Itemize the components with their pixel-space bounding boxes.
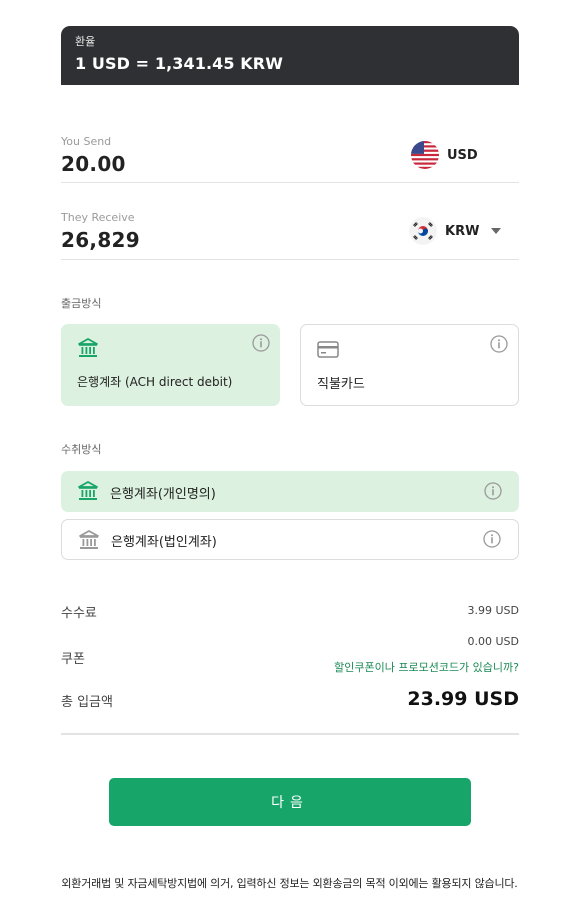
credit-card-icon bbox=[317, 341, 339, 358]
receive-option-label: 은행계좌(개인명의) bbox=[110, 487, 216, 502]
us-flag-icon bbox=[411, 141, 439, 169]
next-button[interactable]: 다음 bbox=[109, 778, 471, 826]
bank-icon bbox=[78, 481, 98, 500]
payment-option-label: 은행계좌 (ACH direct debit) bbox=[77, 375, 233, 389]
exchange-rate-value: 1 USD = 1,341.45 KRW bbox=[75, 54, 283, 73]
kr-flag-icon bbox=[409, 217, 437, 245]
coupon-promo-link[interactable]: 할인쿠폰이나 프로모션코드가 있습니까? bbox=[334, 659, 519, 675]
receive-currency-code: KRW bbox=[445, 223, 480, 239]
send-amount-row: You Send 20.00 USD bbox=[61, 135, 519, 183]
info-icon[interactable] bbox=[252, 334, 270, 352]
receive-label: They Receive bbox=[61, 211, 135, 224]
total-label: 총 입금액 bbox=[61, 695, 113, 710]
total-value: 23.99 USD bbox=[407, 688, 519, 710]
info-icon[interactable] bbox=[483, 530, 501, 548]
bank-icon bbox=[79, 530, 99, 549]
receive-option-corporate-account[interactable]: 은행계좌(법인계좌) bbox=[61, 519, 519, 560]
fee-value: 3.99 USD bbox=[467, 604, 520, 617]
fee-label: 수수료 bbox=[61, 606, 97, 621]
payment-option-bank-account[interactable]: 은행계좌 (ACH direct debit) bbox=[61, 324, 280, 406]
payment-method-title: 출금방식 bbox=[61, 297, 102, 310]
send-amount-input[interactable]: 20.00 bbox=[61, 152, 126, 176]
receive-currency-dropdown[interactable]: KRW bbox=[409, 217, 502, 245]
payment-option-debit-card[interactable]: 직불카드 bbox=[300, 324, 519, 406]
receive-option-label: 은행계좌(법인계좌) bbox=[111, 535, 217, 550]
send-currency-selector[interactable]: USD bbox=[411, 141, 478, 169]
chevron-down-icon bbox=[491, 228, 502, 234]
receive-amount-input[interactable]: 26,829 bbox=[61, 228, 140, 252]
coupon-value: 0.00 USD bbox=[467, 635, 520, 648]
divider bbox=[61, 733, 519, 735]
send-label: You Send bbox=[61, 135, 112, 148]
legal-notice: 외환거래법 및 자금세탁방지법에 의거, 입력하신 정보는 외환송금의 목적 이… bbox=[61, 877, 518, 890]
coupon-label: 쿠폰 bbox=[61, 652, 85, 667]
receive-option-personal-account[interactable]: 은행계좌(개인명의) bbox=[61, 471, 519, 512]
exchange-rate-banner: 환율 1 USD = 1,341.45 KRW bbox=[61, 26, 519, 85]
payment-option-label: 직불카드 bbox=[317, 377, 365, 392]
exchange-rate-label: 환율 bbox=[75, 35, 96, 48]
info-icon[interactable] bbox=[484, 482, 502, 500]
receive-amount-row: They Receive 26,829 KRW bbox=[61, 211, 519, 260]
bank-icon bbox=[78, 338, 98, 357]
send-currency-code: USD bbox=[447, 147, 478, 163]
receive-method-title: 수취방식 bbox=[61, 443, 102, 456]
info-icon[interactable] bbox=[490, 335, 508, 353]
